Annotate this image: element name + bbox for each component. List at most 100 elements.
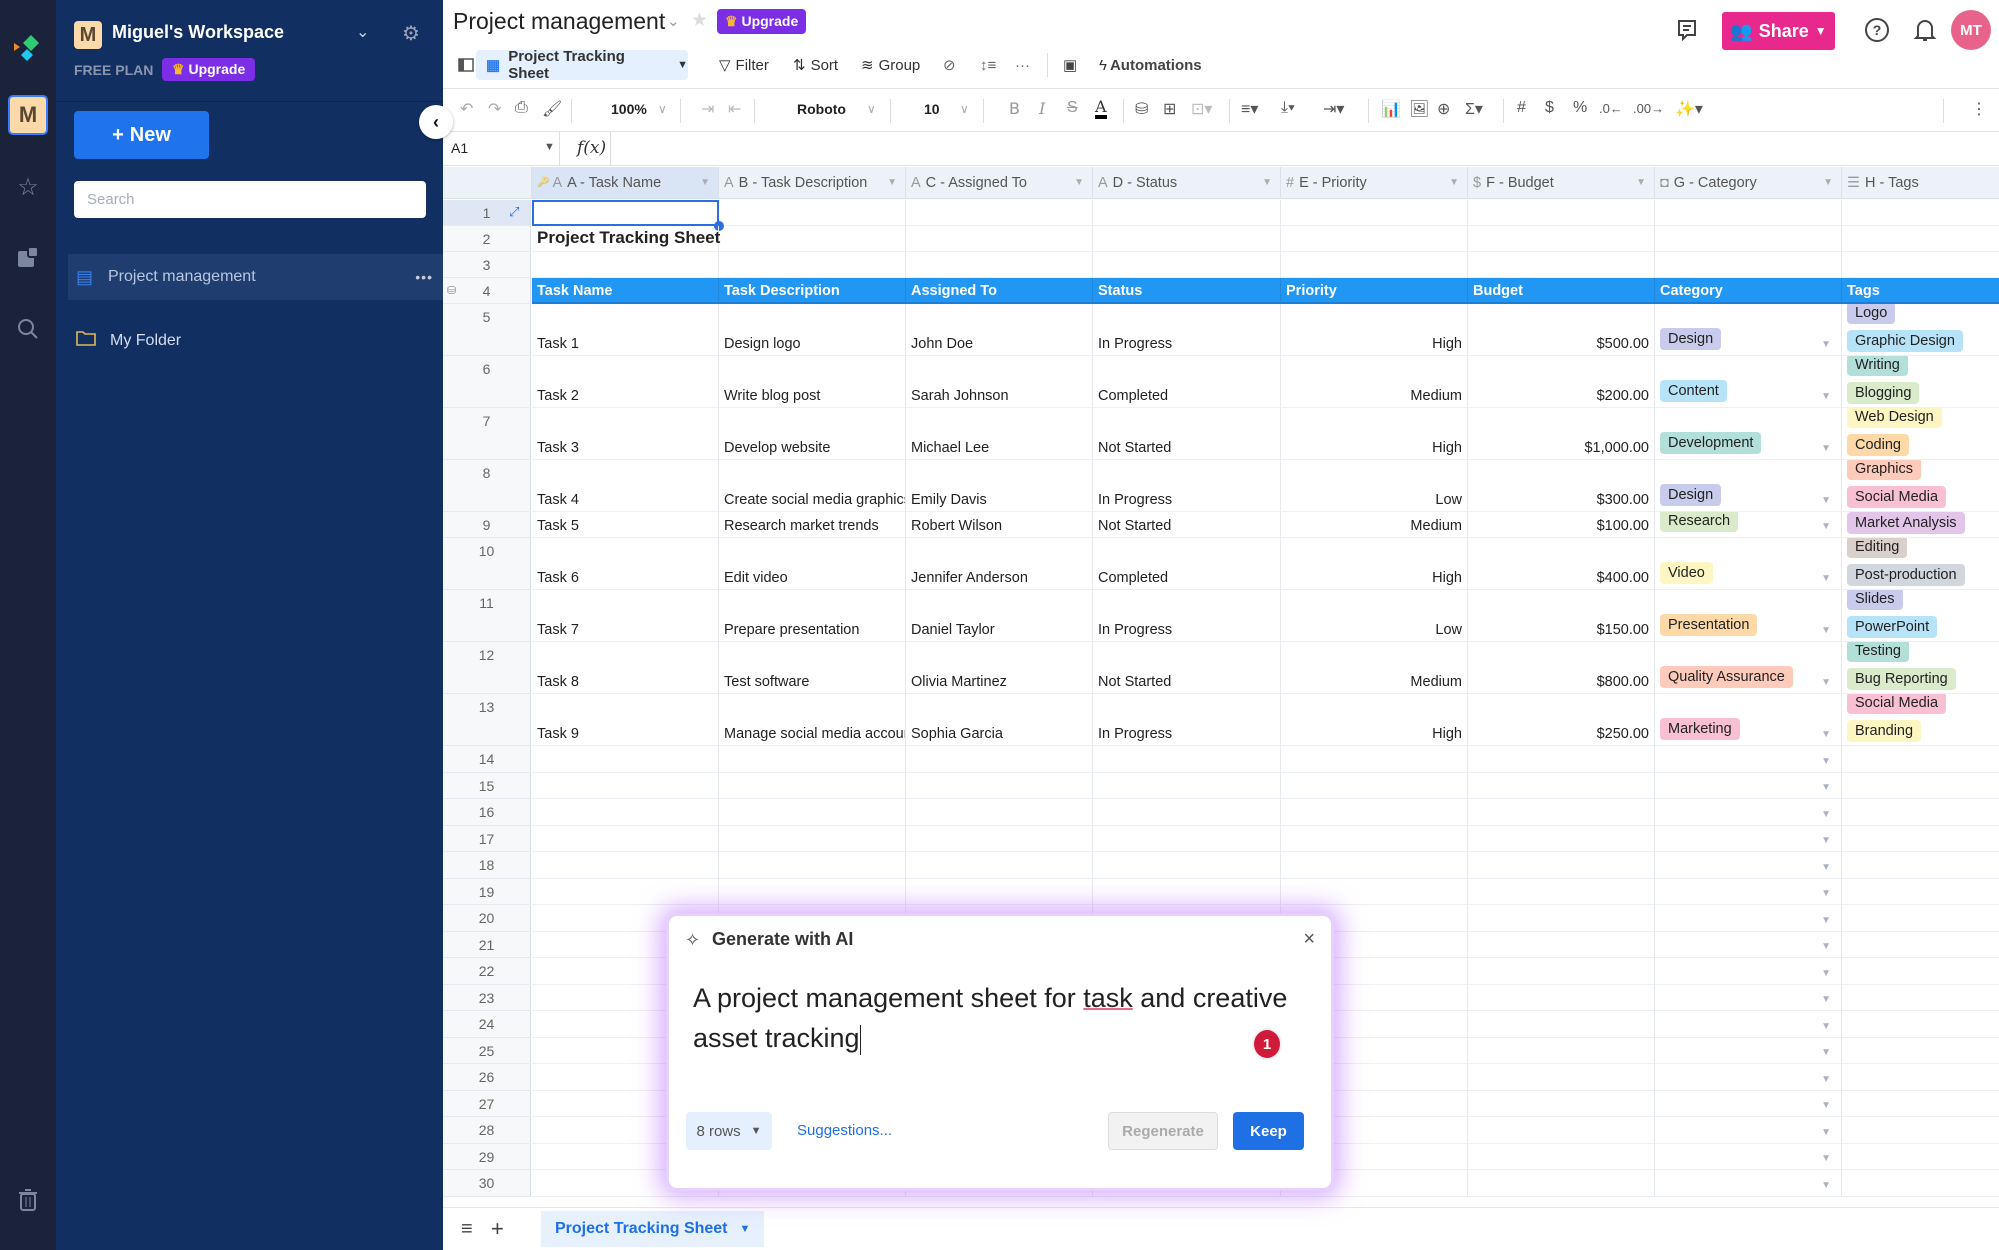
grid-cell[interactable]: Low (1281, 590, 1468, 642)
caret-down-icon[interactable]: ▼ (1821, 782, 1831, 793)
grid-cell[interactable] (1281, 200, 1468, 226)
row-number[interactable]: 24 (443, 1011, 531, 1038)
function-icon[interactable]: f(x) (577, 138, 606, 158)
grid-cell[interactable] (1093, 825, 1281, 852)
grid-cell[interactable]: ▼ (1655, 825, 1842, 852)
caret-down-icon[interactable]: ▼ (1821, 1100, 1831, 1111)
grid-cell[interactable]: High (1281, 694, 1468, 746)
filter-button[interactable]: ▽ Filter (719, 48, 769, 82)
header-cell[interactable]: Tags (1842, 278, 1999, 304)
more-icon[interactable]: ••• (415, 269, 433, 285)
grid-cell[interactable] (1842, 826, 1999, 852)
page-title[interactable]: Project management (453, 8, 665, 35)
row-number[interactable]: 2 (443, 226, 531, 252)
grid-cell[interactable]: Medium (1281, 642, 1468, 694)
row-number[interactable]: 9 (443, 512, 531, 538)
grid-cell[interactable] (1468, 1143, 1655, 1170)
grid-cell[interactable] (906, 746, 1093, 773)
magic-wand-icon[interactable]: ✨▾ (1675, 99, 1703, 119)
grid-cell[interactable]: ▼ (1655, 1143, 1842, 1170)
grid-cell[interactable]: High (1281, 538, 1468, 590)
grid-cell[interactable] (1468, 984, 1655, 1011)
grid-cell[interactable]: ▼ (1655, 1117, 1842, 1144)
caret-down-icon[interactable]: ▼ (1821, 915, 1831, 926)
row-number[interactable]: 30 (443, 1170, 531, 1197)
row-number[interactable]: 23 (443, 984, 531, 1011)
grid-cell[interactable]: Social Media Branding (1842, 694, 1999, 746)
grid-cell[interactable]: ▼ (1655, 905, 1842, 932)
grid-cell[interactable]: Task 7 (532, 590, 719, 642)
grid-cell[interactable] (1093, 878, 1281, 905)
grid-cell[interactable] (1468, 746, 1655, 773)
hide-fields-icon[interactable]: ⊘ (943, 48, 956, 82)
grid-cell[interactable] (1842, 932, 1999, 958)
sort-button[interactable]: ⇅ Sort (793, 48, 838, 82)
column-header-h[interactable]: ☰ H - Tags (1842, 167, 1999, 199)
grid-cell[interactable] (1842, 1091, 1999, 1117)
row-number[interactable]: 22 (443, 958, 531, 985)
row-number[interactable]: 7 (443, 408, 531, 460)
grid-cell[interactable] (1281, 878, 1468, 905)
currency-format-icon[interactable]: $ (1545, 99, 1554, 117)
grid-cell[interactable]: Emily Davis (906, 460, 1093, 512)
grid-cell[interactable]: $200.00 (1468, 356, 1655, 408)
grid-cell[interactable] (719, 852, 906, 879)
column-header-d[interactable]: AD - Status ▼ (1093, 167, 1281, 199)
grid-cell[interactable] (719, 252, 906, 278)
grid-cell[interactable]: Jennifer Anderson (906, 538, 1093, 590)
grid-cell[interactable]: High (1281, 408, 1468, 460)
grid-cell[interactable]: Task 5 (532, 512, 719, 538)
row-number[interactable]: 25 (443, 1037, 531, 1064)
grid-cell[interactable]: Prepare presentation (719, 590, 906, 642)
grid-cell[interactable]: $300.00 (1468, 460, 1655, 512)
grid-cell[interactable]: $1,000.00 (1468, 408, 1655, 460)
grid-cell[interactable] (1468, 252, 1655, 278)
grid-cell[interactable]: Medium (1281, 356, 1468, 408)
grid-cell[interactable]: Marketing ▼ (1655, 694, 1842, 746)
grid-cell[interactable]: Sophia Garcia (906, 694, 1093, 746)
header-cell[interactable]: Priority (1281, 278, 1468, 304)
grid-cell[interactable]: Writing Blogging (1842, 356, 1999, 408)
caret-down-icon[interactable]: ▼ (544, 141, 555, 153)
grid-cell[interactable] (1842, 985, 1999, 1011)
caret-down-icon[interactable]: ▼ (1821, 1047, 1831, 1058)
column-header-a[interactable]: 🔑 A A - Task Name ▼ (532, 167, 719, 199)
grid-cell[interactable] (532, 746, 719, 773)
caret-down-icon[interactable]: ▼ (1821, 729, 1831, 740)
caret-down-icon[interactable]: ▼ (1821, 756, 1831, 767)
keep-button[interactable]: Keep (1233, 1112, 1304, 1150)
grid-cell[interactable] (1093, 252, 1281, 278)
grid-cell[interactable]: $100.00 (1468, 512, 1655, 538)
grid-cell[interactable] (1468, 1037, 1655, 1064)
grid-cell[interactable]: Not Started (1093, 408, 1281, 460)
grid-cell[interactable] (1468, 200, 1655, 226)
grid-cell[interactable]: High (1281, 304, 1468, 356)
grid-cell[interactable]: Task 3 (532, 408, 719, 460)
bell-icon[interactable] (1913, 17, 1937, 43)
grid-cell[interactable]: In Progress (1093, 460, 1281, 512)
grid-cell[interactable] (1468, 931, 1655, 958)
caret-down-icon[interactable]: ▼ (1449, 177, 1459, 188)
caret-down-icon[interactable]: ▼ (700, 177, 710, 188)
grid-cell[interactable]: Development ▼ (1655, 408, 1842, 460)
star-icon[interactable]: ☆ (0, 172, 56, 202)
caret-down-icon[interactable]: ▼ (1821, 994, 1831, 1005)
sidebar-search-input[interactable] (74, 181, 426, 218)
caret-down-icon[interactable]: ▼ (1821, 1021, 1831, 1032)
sum-icon[interactable]: Σ▾ (1465, 99, 1483, 119)
caret-down-icon[interactable]: ▼ (1636, 177, 1646, 188)
share-button[interactable]: 👥 Share ▼ (1722, 12, 1835, 50)
column-header-e[interactable]: # E - Priority ▼ (1281, 167, 1468, 199)
merge-cells-icon[interactable]: ⊡▾ (1191, 99, 1212, 119)
row-number[interactable]: 15 (443, 772, 531, 799)
grid-cell[interactable]: Completed (1093, 538, 1281, 590)
sidebar-item-my-folder[interactable]: My Folder (76, 330, 181, 351)
upgrade-button[interactable]: ♛ Upgrade (717, 9, 807, 34)
bold-icon[interactable]: B (1009, 99, 1020, 118)
indent-icon[interactable]: ⇥ (701, 99, 714, 119)
grid-cell[interactable]: ▼ (1655, 1037, 1842, 1064)
grid-cell[interactable]: Completed (1093, 356, 1281, 408)
grid-cell[interactable] (1842, 958, 1999, 985)
cell-reference[interactable]: A1 (451, 140, 468, 156)
grid-cell[interactable]: Edit video (719, 538, 906, 590)
